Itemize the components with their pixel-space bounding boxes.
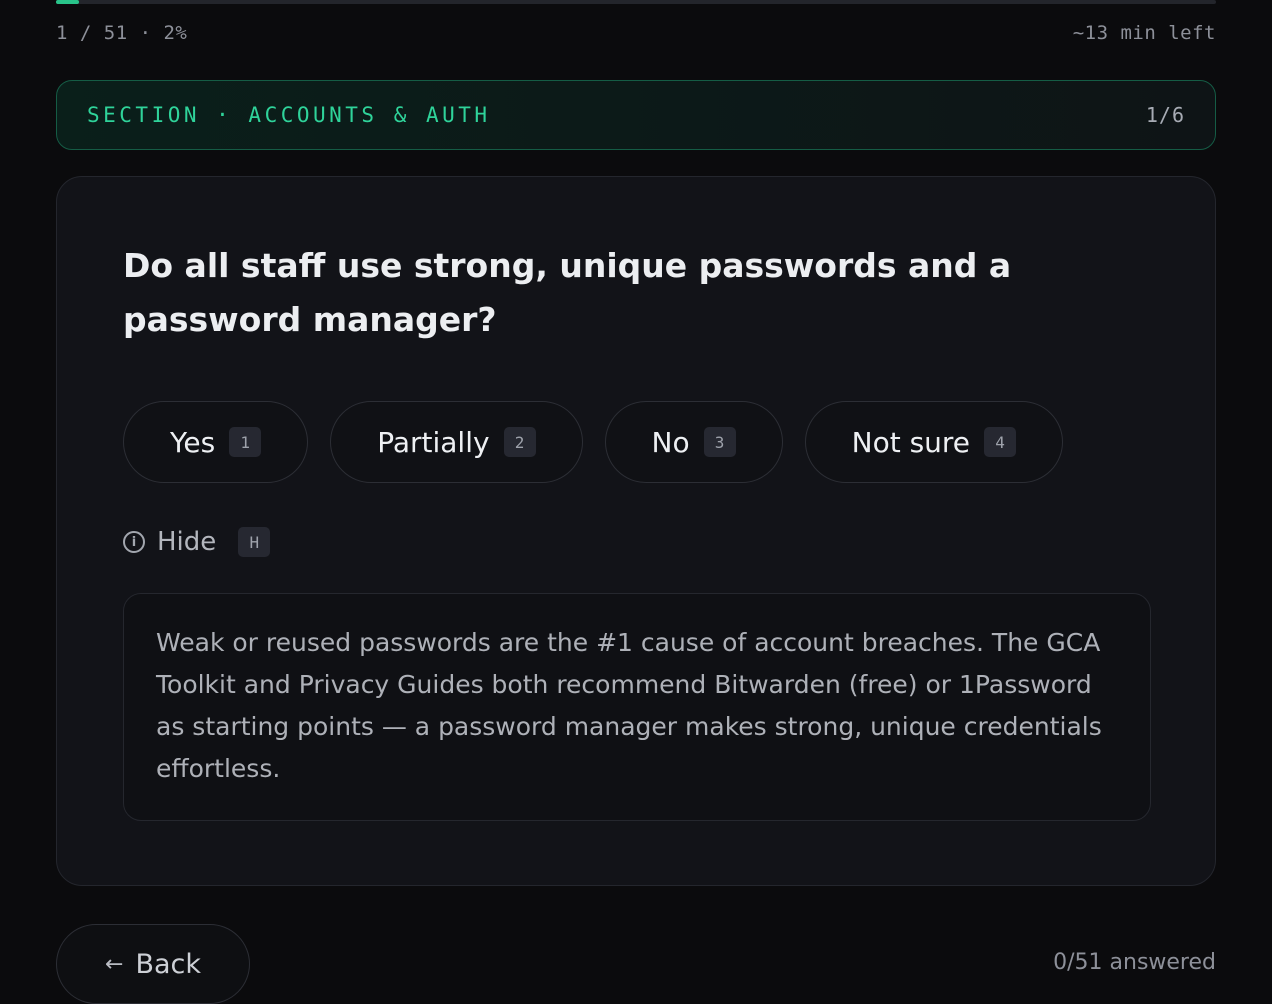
option-partially-button[interactable]: Partially 2 — [330, 401, 583, 483]
hint-toggle-label: Hide — [157, 527, 217, 557]
option-label: Partially — [377, 425, 490, 459]
section-count: 1/6 — [1145, 103, 1185, 127]
question-card: Do all staff use strong, unique password… — [56, 176, 1216, 886]
back-button[interactable]: ← Back — [56, 924, 250, 1004]
option-no-button[interactable]: No 3 — [604, 401, 783, 483]
info-icon: i — [123, 531, 145, 553]
hint-toggle-button[interactable]: i Hide H — [123, 527, 271, 557]
option-label: Not sure — [851, 425, 971, 459]
time-left: ~13 min left — [1072, 22, 1216, 44]
section-bar: SECTION · ACCOUNTS & AUTH 1/6 — [56, 80, 1216, 150]
progress-track — [56, 0, 1216, 4]
option-not-sure-button[interactable]: Not sure 4 — [804, 401, 1064, 483]
section-title: SECTION · ACCOUNTS & AUTH — [87, 103, 491, 127]
shortcut-badge: 1 — [229, 427, 262, 457]
option-label: Yes — [170, 425, 216, 459]
question-text: Do all staff use strong, unique password… — [123, 246, 1012, 339]
answer-options: Yes 1 Partially 2 No 3 Not sure 4 — [123, 401, 1064, 483]
option-yes-button[interactable]: Yes 1 — [123, 401, 309, 483]
back-label: Back — [135, 948, 201, 980]
answered-count: 0/51 answered — [1053, 950, 1216, 975]
hint-box: Weak or reused passwords are the #1 caus… — [123, 593, 1151, 821]
progress-counter: 1 / 51 · 2% — [56, 22, 188, 44]
shortcut-badge: 3 — [703, 427, 736, 457]
arrow-left-icon: ← — [105, 951, 124, 977]
option-label: No — [651, 425, 690, 459]
progress-fill — [56, 0, 80, 4]
shortcut-badge: 4 — [984, 427, 1017, 457]
shortcut-badge: 2 — [503, 427, 536, 457]
shortcut-badge: H — [238, 527, 271, 557]
